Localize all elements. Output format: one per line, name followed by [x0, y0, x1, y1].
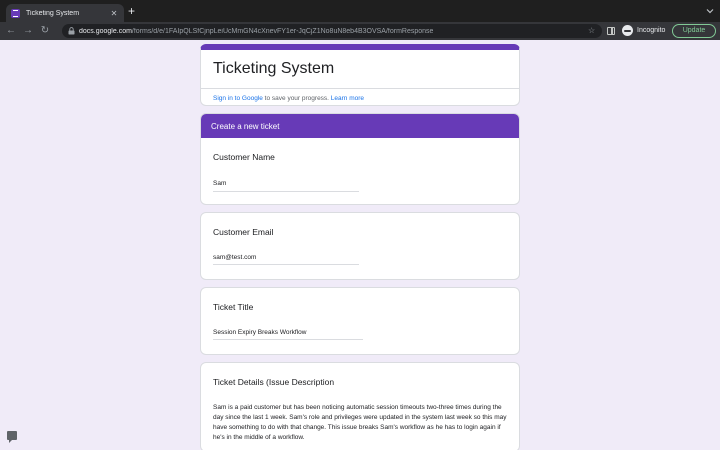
chevron-down-icon[interactable]: [706, 7, 714, 15]
reload-icon[interactable]: ↻: [38, 24, 52, 38]
url-path: /forms/d/e/1FAIpQLSfCjnpLeiUcMmGN4cXnevF…: [131, 27, 434, 35]
signin-text: to save your progress.: [262, 95, 331, 102]
form-title-card: Ticketing System Sign in to Google to sa…: [200, 44, 520, 106]
ticket-title-input[interactable]: Session Expiry Breaks Workflow: [213, 329, 306, 336]
tab-strip: Ticketing System ✕ +: [0, 0, 720, 22]
update-button[interactable]: Update: [672, 24, 716, 38]
input-underline: [213, 339, 363, 340]
question-card: Ticket Title Session Expiry Breaks Workf…: [200, 287, 520, 355]
incognito-icon: [622, 25, 633, 36]
plus-icon[interactable]: +: [128, 5, 135, 17]
browser-tab[interactable]: Ticketing System ✕: [6, 4, 124, 22]
form-container: Ticketing System Sign in to Google to sa…: [200, 44, 520, 450]
divider: [201, 88, 519, 89]
url-host: docs.google.com: [79, 27, 132, 35]
section-header: Create a new ticket: [201, 114, 519, 138]
close-icon[interactable]: ✕: [109, 9, 119, 18]
input-underline: [213, 264, 359, 265]
question-label-ticket-title: Ticket Title: [213, 302, 254, 312]
tab-title: Ticketing System: [26, 9, 80, 17]
question-card: Customer Email sam@test.com: [200, 212, 520, 280]
section-card: Create a new ticket Customer Name Sam: [200, 113, 520, 205]
signin-link[interactable]: Sign in to Google: [213, 95, 263, 102]
star-icon[interactable]: ☆: [588, 26, 595, 35]
feedback-icon[interactable]: [7, 431, 17, 443]
forward-arrow-icon[interactable]: →: [21, 24, 35, 38]
url-text: docs.google.com/forms/d/e/1FAIpQLSfCjnpL…: [79, 28, 433, 35]
lock-icon: [68, 27, 75, 35]
incognito-indicator[interactable]: Incognito: [622, 25, 665, 36]
incognito-label: Incognito: [637, 27, 666, 34]
question-label-customer-email: Customer Email: [213, 227, 274, 237]
ticket-details-textarea[interactable]: Sam is a paid customer but has been noti…: [213, 403, 509, 443]
question-label-ticket-details: Ticket Details (Issue Description: [213, 377, 335, 387]
google-forms-favicon-icon: [11, 8, 20, 18]
address-bar[interactable]: docs.google.com/forms/d/e/1FAIpQLSfCjnpL…: [62, 24, 602, 38]
back-arrow-icon[interactable]: ←: [4, 24, 18, 38]
question-card: Ticket Details (Issue Description Sam is…: [200, 362, 520, 450]
customer-name-input[interactable]: Sam: [213, 180, 226, 187]
learn-more-link[interactable]: Learn more: [331, 95, 364, 102]
customer-email-input[interactable]: sam@test.com: [213, 254, 256, 261]
input-underline: [213, 191, 359, 192]
question-label-customer-name: Customer Name: [213, 152, 275, 162]
side-panel-icon[interactable]: [607, 27, 615, 35]
signin-notice: Sign in to Google to save your progress.…: [213, 95, 364, 102]
form-title: Ticketing System: [213, 60, 335, 77]
browser-toolbar: ← → ↻ docs.google.com/forms/d/e/1FAIpQLS…: [0, 22, 720, 40]
